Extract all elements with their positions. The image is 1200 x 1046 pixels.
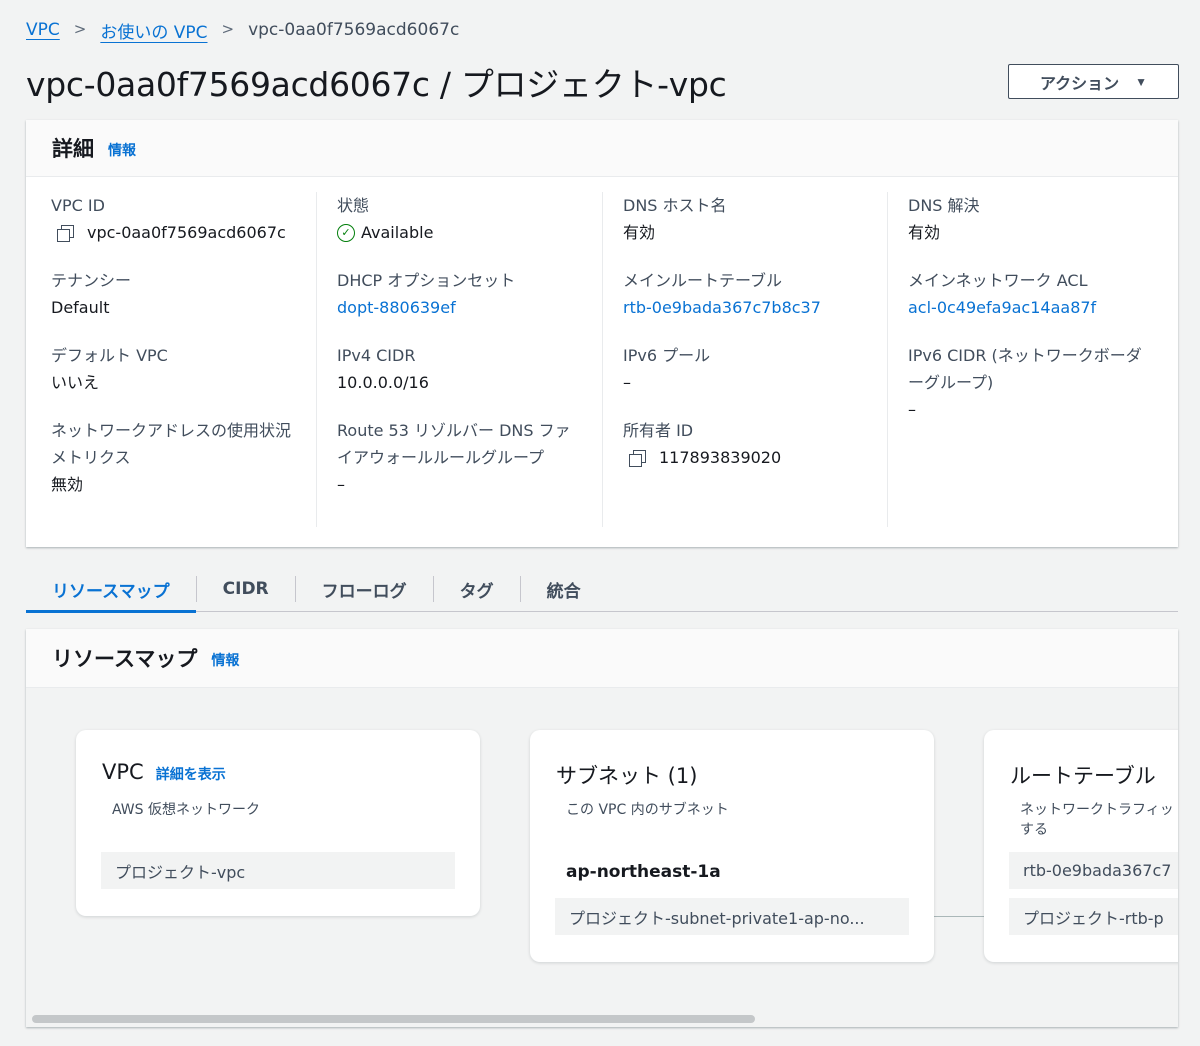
field-label: IPv4 CIDR xyxy=(337,346,416,365)
field-tenancy: テナンシー Default xyxy=(51,267,306,321)
details-info-link[interactable]: 情報 xyxy=(108,140,136,160)
field-state: 状態 ✓ Available xyxy=(337,192,592,246)
field-label: IPv6 プール xyxy=(623,346,711,365)
subnet-card-title: サブネット (1) xyxy=(556,764,698,788)
main-route-table-link[interactable]: rtb-0e9bada367c7b8c37 xyxy=(623,294,878,321)
field-label: ネットワークアドレスの使用状況メトリクス xyxy=(51,421,292,467)
horizontal-scrollbar[interactable] xyxy=(32,1015,755,1023)
vpc-id-value: vpc-0aa0f7569acd6067c xyxy=(87,223,286,242)
vpc-item[interactable]: プロジェクト-vpc xyxy=(101,852,455,889)
field-dns-hostnames: DNS ホスト名 有効 xyxy=(623,192,878,246)
field-value: 有効 xyxy=(623,223,656,242)
column-divider xyxy=(887,192,888,527)
field-ipv6-cidr: IPv6 CIDR (ネットワークボーダーグループ) – xyxy=(908,342,1153,423)
field-label: メインルートテーブル xyxy=(623,271,783,290)
route-table-card-title: ルートテーブル xyxy=(1010,764,1156,788)
tab-flow-logs[interactable]: フローログ xyxy=(296,566,433,612)
tab-integrations[interactable]: 統合 xyxy=(521,566,607,612)
copy-icon[interactable] xyxy=(57,224,74,242)
show-details-link[interactable]: 詳細を表示 xyxy=(156,764,226,784)
field-label: DHCP オプションセット xyxy=(337,271,516,290)
tab-bar: リソースマップ CIDR フローログ タグ 統合 xyxy=(26,566,1178,613)
field-network-address-usage: ネットワークアドレスの使用状況メトリクス 無効 xyxy=(51,417,291,498)
details-heading: 詳細 xyxy=(52,137,94,161)
details-panel: 詳細 情報 VPC ID vpc-0aa0f7569acd6067c テナンシー… xyxy=(26,120,1178,547)
field-label: 所有者 ID xyxy=(623,421,694,440)
status-available: ✓ Available xyxy=(337,219,592,246)
column-divider xyxy=(316,192,317,527)
field-route53-firewall: Route 53 リゾルバー DNS ファイアウォールルールグループ – xyxy=(337,417,582,498)
route-table-card-subtitle: ネットワークトラフィッ する xyxy=(1020,800,1174,840)
field-vpc-id: VPC ID vpc-0aa0f7569acd6067c xyxy=(51,192,306,246)
route-table-item[interactable]: rtb-0e9bada367c7 xyxy=(1009,852,1178,889)
breadcrumb-your-vpcs-link[interactable]: お使いの VPC xyxy=(100,18,207,43)
field-label: Route 53 リゾルバー DNS ファイアウォールルールグループ xyxy=(337,421,571,467)
field-ipv4-cidr: IPv4 CIDR 10.0.0.0/16 xyxy=(337,342,592,396)
state-value: Available xyxy=(361,223,434,242)
field-label: 状態 xyxy=(337,196,370,215)
vpc-card-title: VPC 詳細を表示 xyxy=(102,760,226,784)
field-dns-resolution: DNS 解決 有効 xyxy=(908,192,1163,246)
subnet-card: サブネット (1) この VPC 内のサブネット ap-northeast-1a… xyxy=(530,730,934,962)
breadcrumb-current: vpc-0aa0f7569acd6067c xyxy=(248,20,460,40)
resource-map-header: リソースマップ 情報 xyxy=(26,629,1178,688)
breadcrumb: VPC > お使いの VPC > vpc-0aa0f7569acd6067c xyxy=(26,18,460,43)
field-main-network-acl: メインネットワーク ACL acl-0c49efa9ac14aa87f xyxy=(908,267,1163,321)
field-value: – xyxy=(623,373,631,392)
chevron-right-icon: > xyxy=(221,20,235,38)
field-dhcp-options: DHCP オプションセット dopt-880639ef xyxy=(337,267,592,321)
copy-icon[interactable] xyxy=(629,449,646,467)
resource-map-canvas[interactable]: VPC 詳細を表示 AWS 仮想ネットワーク プロジェクト-vpc サブネット … xyxy=(26,688,1178,1027)
main-network-acl-link[interactable]: acl-0c49efa9ac14aa87f xyxy=(908,294,1163,321)
availability-zone-label: ap-northeast-1a xyxy=(566,862,721,882)
owner-id-value: 117893839020 xyxy=(659,448,782,467)
subnet-card-subtitle: この VPC 内のサブネット xyxy=(566,802,729,818)
details-columns: VPC ID vpc-0aa0f7569acd6067c テナンシー Defau… xyxy=(26,192,1178,527)
field-label: テナンシー xyxy=(51,271,132,290)
actions-button-label: アクション xyxy=(1039,75,1120,93)
tab-resource-map[interactable]: リソースマップ xyxy=(26,566,196,613)
dhcp-options-link[interactable]: dopt-880639ef xyxy=(337,294,592,321)
route-table-subtitle-line2: する xyxy=(1020,822,1048,838)
caret-down-icon: ▼ xyxy=(1135,74,1148,89)
chevron-right-icon: > xyxy=(73,20,87,38)
field-value: Default xyxy=(51,298,110,317)
page-title: vpc-0aa0f7569acd6067c / プロジェクト-vpc xyxy=(26,65,727,104)
field-owner-id: 所有者 ID 117893839020 xyxy=(623,417,878,471)
field-value: 無効 xyxy=(51,475,84,494)
field-value: – xyxy=(337,475,345,494)
resource-map-heading: リソースマップ xyxy=(52,647,198,671)
resource-map-panel: リソースマップ 情報 VPC 詳細を表示 AWS 仮想ネットワーク プロジェクト… xyxy=(26,629,1178,1027)
subnet-item[interactable]: プロジェクト-subnet-private1-ap-no... xyxy=(555,898,909,935)
details-header: 詳細 情報 xyxy=(26,120,1178,177)
field-ipv6-pool: IPv6 プール – xyxy=(623,342,878,396)
route-table-name-item[interactable]: プロジェクト-rtb-p xyxy=(1009,898,1178,935)
field-label: VPC ID xyxy=(51,196,105,215)
field-label: デフォルト VPC xyxy=(51,346,168,365)
field-value: vpc-0aa0f7569acd6067c xyxy=(51,219,306,246)
field-value: いいえ xyxy=(51,373,100,392)
tab-cidr[interactable]: CIDR xyxy=(197,566,295,612)
breadcrumb-vpc-link[interactable]: VPC xyxy=(26,20,60,40)
tab-tags[interactable]: タグ xyxy=(434,566,520,612)
vpc-card-title-text: VPC xyxy=(102,760,144,784)
field-label: DNS 解決 xyxy=(908,196,980,215)
vpc-card-subtitle: AWS 仮想ネットワーク xyxy=(112,802,260,818)
resource-map-info-link[interactable]: 情報 xyxy=(211,650,239,670)
field-value: 10.0.0.0/16 xyxy=(337,373,429,392)
vpc-card: VPC 詳細を表示 AWS 仮想ネットワーク プロジェクト-vpc xyxy=(76,730,480,916)
route-table-card: ルートテーブル ネットワークトラフィッ する rtb-0e9bada367c7 … xyxy=(984,730,1178,962)
column-divider xyxy=(602,192,603,527)
route-table-subtitle-line1: ネットワークトラフィッ xyxy=(1020,802,1174,818)
field-label: IPv6 CIDR (ネットワークボーダーグループ) xyxy=(908,346,1142,392)
field-label: メインネットワーク ACL xyxy=(908,271,1088,290)
check-circle-icon: ✓ xyxy=(337,223,355,242)
field-main-route-table: メインルートテーブル rtb-0e9bada367c7b8c37 xyxy=(623,267,878,321)
field-value: 有効 xyxy=(908,223,941,242)
actions-button[interactable]: アクション ▼ xyxy=(1008,64,1179,99)
field-value: 117893839020 xyxy=(623,444,878,471)
field-value: – xyxy=(908,400,916,419)
field-label: DNS ホスト名 xyxy=(623,196,727,215)
field-default-vpc: デフォルト VPC いいえ xyxy=(51,342,306,396)
